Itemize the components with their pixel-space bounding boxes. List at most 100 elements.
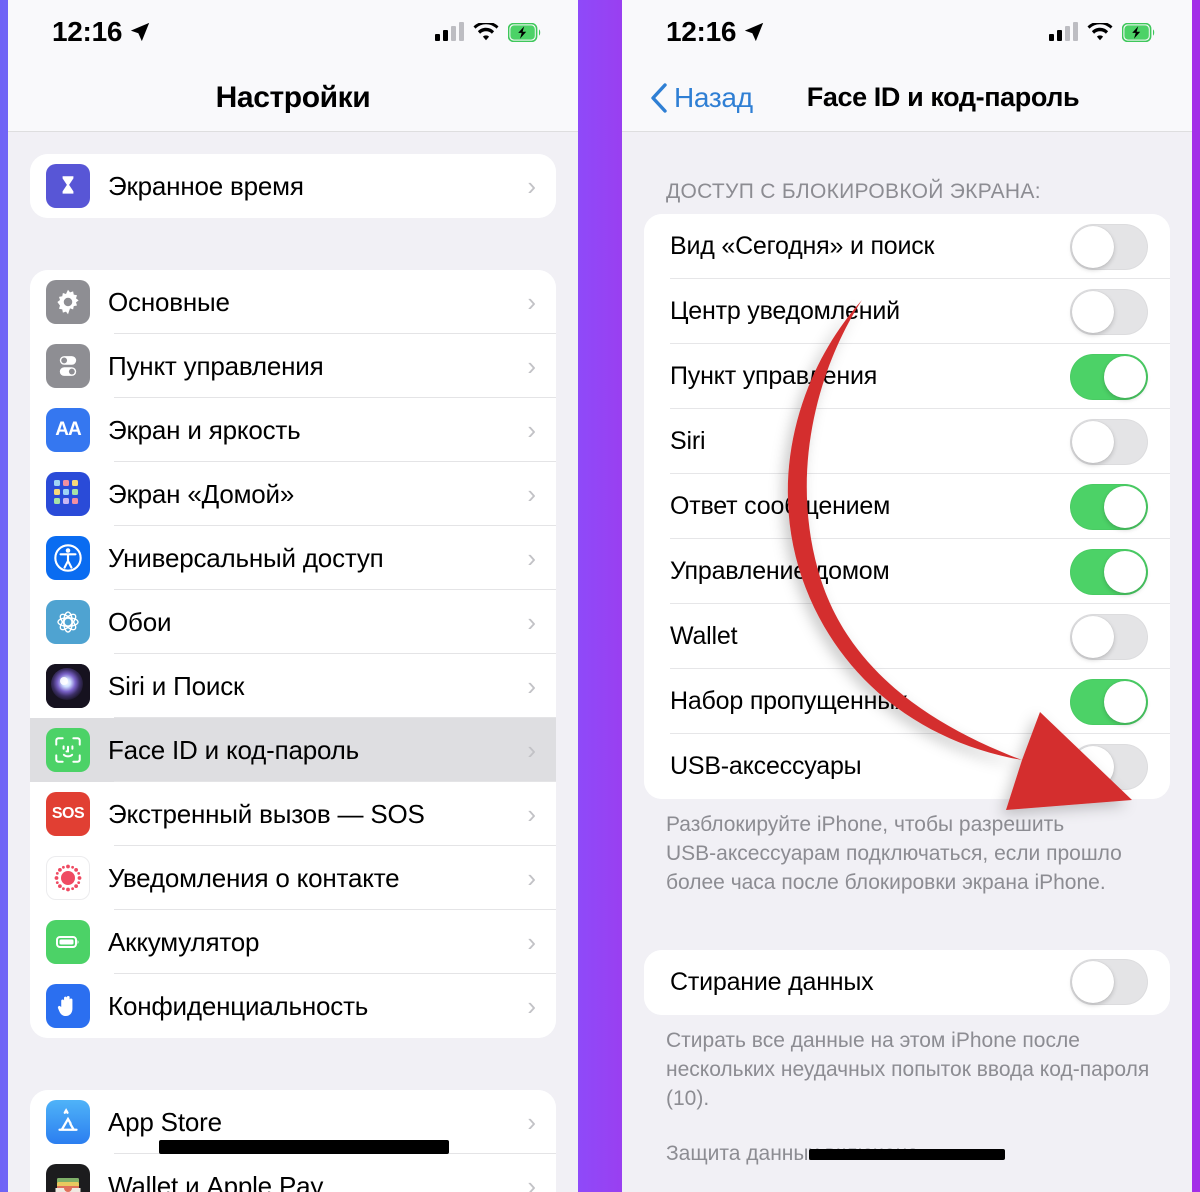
toggle-label: Стирание данных: [670, 967, 874, 996]
row-label: Wallet и Apple Pay: [108, 1170, 324, 1192]
home-screen-grid-icon: [46, 472, 90, 516]
toggle-row-reply-with-message[interactable]: Ответ сообщением: [644, 474, 1170, 539]
toggle-row-control-center[interactable]: Пункт управления: [644, 344, 1170, 409]
left-phone-screen: 12:16 Настройки Экранное время › Основны…: [8, 0, 578, 1192]
chevron-right-icon: ›: [527, 287, 536, 317]
status-time: 12:16: [666, 16, 737, 47]
location-arrow-icon: [744, 22, 764, 42]
toggle-label: Управление домом: [670, 557, 890, 585]
row-label: Экран «Домой»: [108, 478, 295, 509]
wifi-icon: [1087, 22, 1113, 40]
right-status-bar: 12:16: [622, 0, 1192, 64]
toggle-row-erase-data[interactable]: Стирание данных: [644, 949, 1170, 1015]
row-label: Экранное время: [108, 170, 304, 201]
toggle-knob: [1072, 420, 1114, 463]
toggle-knob: [1104, 550, 1146, 593]
sidebar-item-general[interactable]: Основные ›: [30, 270, 556, 334]
toggle-label: Ответ сообщением: [670, 492, 891, 520]
sidebar-item-wallpaper[interactable]: Обои ›: [30, 590, 556, 654]
toggle-usb-accessories[interactable]: [1070, 743, 1148, 790]
hourglass-icon: [46, 164, 90, 208]
sidebar-item-privacy[interactable]: Конфиденциальность ›: [30, 974, 556, 1038]
face-id-icon: [46, 728, 90, 772]
gear-icon: [46, 280, 90, 324]
sidebar-item-control-center[interactable]: Пункт управления ›: [30, 334, 556, 398]
siri-orb-icon: [46, 664, 90, 708]
sidebar-item-siri-search[interactable]: Siri и Поиск ›: [30, 654, 556, 718]
sidebar-item-home-screen[interactable]: Экран «Домой» ›: [30, 462, 556, 526]
toggle-notification-center[interactable]: [1070, 288, 1148, 335]
chevron-right-icon: ›: [527, 735, 536, 765]
erase-data-footer: Стирать все данные на этом iPhone после …: [666, 1028, 1150, 1110]
settings-group-main: Основные › Пункт управления › AA Экран и…: [30, 270, 556, 1038]
sidebar-item-emergency-sos[interactable]: SOS Экстренный вызов — SOS ›: [30, 782, 556, 846]
right-nav-bar: Назад Face ID и код-пароль: [622, 64, 1192, 132]
toggle-knob: [1072, 225, 1114, 268]
toggle-control-center[interactable]: [1070, 353, 1148, 400]
toggle-reply-with-message[interactable]: [1070, 483, 1148, 530]
sidebar-item-wallet-apple-pay[interactable]: Wallet и Apple Pay ›: [30, 1154, 556, 1192]
toggle-label: Центр уведомлений: [670, 297, 900, 325]
toggle-knob: [1072, 290, 1114, 333]
sidebar-item-accessibility[interactable]: Универсальный доступ ›: [30, 526, 556, 590]
location-arrow-icon: [130, 22, 150, 42]
chevron-right-icon: ›: [527, 1171, 536, 1192]
chevron-right-icon: ›: [527, 863, 536, 893]
toggle-wallet[interactable]: [1070, 613, 1148, 660]
chevron-left-icon: [651, 82, 667, 113]
face-id-settings-list[interactable]: ДОСТУП С БЛОКИРОВКОЙ ЭКРАНА: Вид «Сегодн…: [622, 132, 1192, 1192]
status-time-group: 12:16: [666, 16, 765, 48]
chevron-right-icon: ›: [527, 543, 536, 573]
toggle-return-missed-calls[interactable]: [1070, 678, 1148, 725]
back-label: Назад: [674, 81, 753, 113]
toggle-row-siri[interactable]: Siri: [644, 409, 1170, 474]
toggle-row-notification-center[interactable]: Центр уведомлений: [644, 279, 1170, 344]
usb-accessories-footer: Разблокируйте iPhone, чтобы разрешить US…: [666, 813, 1122, 894]
row-label: Основные: [108, 286, 230, 317]
chevron-right-icon: ›: [527, 479, 536, 509]
row-label: App Store: [108, 1106, 222, 1137]
chevron-right-icon: ›: [527, 799, 536, 829]
chevron-right-icon: ›: [527, 927, 536, 957]
toggle-label: Вид «Сегодня» и поиск: [670, 232, 935, 260]
chevron-right-icon: ›: [527, 1107, 536, 1137]
toggle-row-return-missed-calls[interactable]: Набор пропущенных: [644, 669, 1170, 734]
chevron-right-icon: ›: [527, 607, 536, 637]
toggle-label: Пункт управления: [670, 362, 878, 390]
toggle-row-wallet[interactable]: Wallet: [644, 604, 1170, 669]
toggle-label: USB-аксессуары: [670, 752, 862, 780]
settings-list[interactable]: Экранное время › Основные › Пункт управл…: [8, 132, 578, 1192]
toggle-row-usb-accessories[interactable]: USB-аксессуары: [644, 734, 1170, 799]
sidebar-item-screen-time[interactable]: Экранное время ›: [30, 154, 556, 218]
home-indicator: [809, 1149, 1005, 1160]
app-store-icon: [46, 1100, 90, 1144]
toggle-row-home-control[interactable]: Управление домом: [644, 539, 1170, 604]
status-time: 12:16: [52, 16, 123, 47]
left-status-bar: 12:16: [8, 0, 578, 64]
wifi-icon: [473, 22, 499, 40]
sidebar-item-exposure-notifications[interactable]: Уведомления о контакте ›: [30, 846, 556, 910]
toggle-knob: [1072, 615, 1114, 658]
sidebar-item-face-id-passcode[interactable]: Face ID и код-пароль ›: [30, 718, 556, 782]
battery-charging-icon: [1122, 22, 1155, 42]
toggle-row-today-view[interactable]: Вид «Сегодня» и поиск: [644, 214, 1170, 279]
control-center-icon: [46, 344, 90, 388]
toggle-label: Wallet: [670, 622, 738, 650]
back-button[interactable]: Назад: [650, 82, 753, 114]
toggle-label: Набор пропущенных: [670, 687, 908, 715]
display-aa-icon: AA: [46, 408, 90, 452]
toggle-siri[interactable]: [1070, 418, 1148, 465]
status-indicators: [435, 22, 542, 42]
chevron-right-icon: ›: [527, 415, 536, 445]
cellular-signal-icon: [1049, 22, 1078, 41]
toggle-home-control[interactable]: [1070, 548, 1148, 595]
toggle-erase-data[interactable]: [1070, 959, 1148, 1006]
sidebar-item-display-brightness[interactable]: AA Экран и яркость ›: [30, 398, 556, 462]
toggle-today-view[interactable]: [1070, 223, 1148, 270]
row-label: Face ID и код-пароль: [108, 734, 359, 765]
row-label: Конфиденциальность: [108, 990, 369, 1021]
battery-charging-icon: [508, 22, 541, 42]
row-label: Пункт управления: [108, 350, 324, 381]
toggle-knob: [1072, 745, 1114, 788]
sidebar-item-battery[interactable]: Аккумулятор ›: [30, 910, 556, 974]
